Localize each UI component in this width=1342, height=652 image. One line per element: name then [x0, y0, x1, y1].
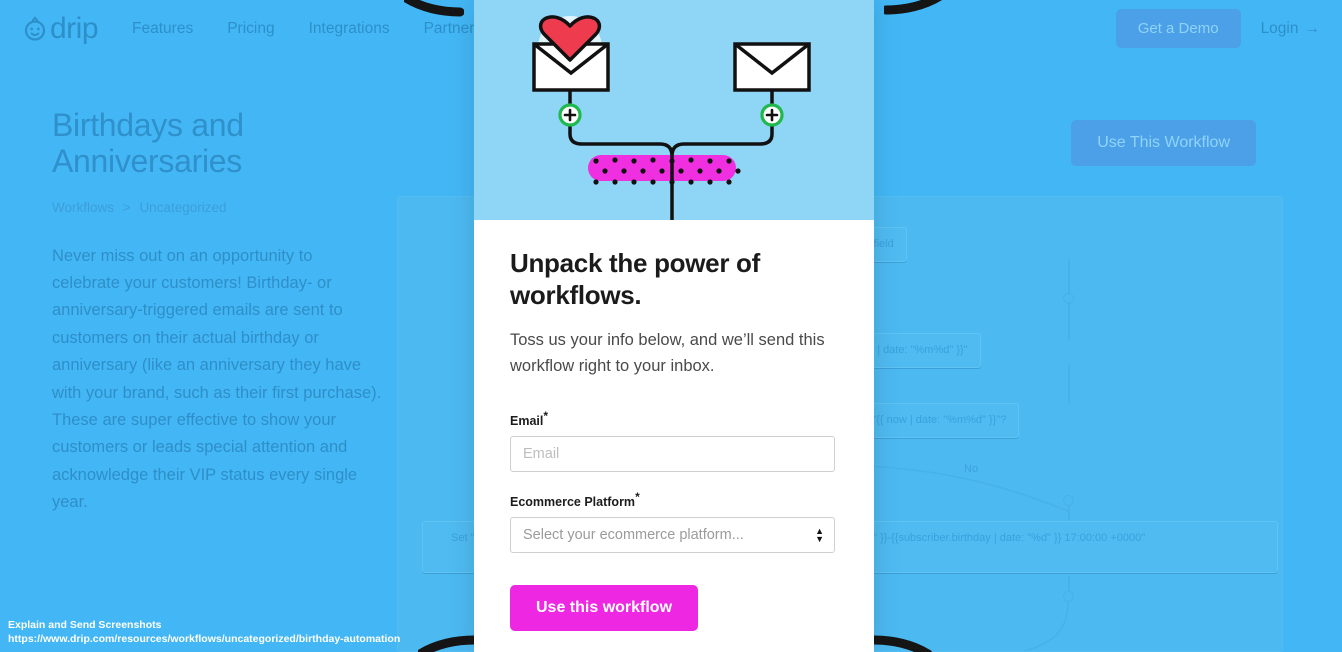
breadcrumb-separator: >: [122, 199, 131, 215]
nav-links: Features Pricing Integrations Partners: [132, 20, 482, 38]
workflow-description: Never miss out on an opportunity to cele…: [52, 246, 382, 512]
platform-select-wrap: Select your ecommerce platform... ▲ ▼: [510, 516, 835, 553]
decor-swoosh-bottom-left: [418, 635, 478, 652]
email-label-text: Email: [510, 413, 544, 428]
page-title: Birthdays and Anniversaries: [52, 107, 244, 179]
platform-select-value: Select your ecommerce platform...: [523, 526, 744, 543]
chevron-down-icon: ▼: [815, 533, 824, 544]
workflow-connector: [1068, 302, 1070, 340]
email-input[interactable]: [510, 435, 835, 472]
breadcrumb: Workflows > Uncategorized: [52, 200, 382, 215]
platform-field-group: Ecommerce Platform* Select your ecommerc…: [510, 490, 838, 553]
decor-swoosh-bottom-right: [872, 635, 932, 652]
drip-logo[interactable]: drip: [22, 11, 99, 45]
status-bar-title: Explain and Send Screenshots: [8, 618, 162, 631]
use-this-workflow-submit-button[interactable]: Use this workflow: [510, 584, 699, 631]
required-marker: *: [635, 489, 640, 504]
add-node-icon-right: [760, 103, 784, 127]
required-marker: *: [543, 408, 549, 423]
email-field-group: Email*: [510, 409, 838, 472]
page-root: drip Features Pricing Integrations Partn…: [0, 0, 1342, 652]
nav-link-features[interactable]: Features: [132, 20, 193, 38]
use-this-workflow-button-top[interactable]: Use This Workflow: [1071, 120, 1256, 166]
arrow-right-icon: →: [1304, 19, 1321, 37]
workflow-connector: [1068, 259, 1070, 295]
breadcrumb-parent[interactable]: Workflows: [52, 200, 114, 215]
breadcrumb-current[interactable]: Uncategorized: [139, 200, 226, 215]
platform-label-text: Ecommerce Platform: [510, 494, 636, 509]
workflow-branch-label-no: No: [964, 463, 979, 475]
login-link[interactable]: Login →: [1261, 20, 1320, 38]
login-label: Login: [1260, 19, 1299, 37]
email-label: Email*: [510, 409, 838, 428]
envelope-icon: [733, 42, 811, 92]
status-bar: Explain and Send Screenshots https://www…: [0, 613, 408, 652]
platform-label: Ecommerce Platform*: [510, 490, 838, 509]
platform-select[interactable]: Select your ecommerce platform...: [510, 516, 835, 553]
select-updown-arrows-icon[interactable]: ▲ ▼: [815, 526, 824, 544]
workflow-signup-modal: Unpack the power of workflows. Toss us y…: [474, 0, 874, 652]
workflow-intro-column: Birthdays and Anniversaries Workflows > …: [52, 107, 382, 516]
get-a-demo-button[interactable]: Get a Demo: [1115, 9, 1241, 48]
modal-hero-illustration: [474, 0, 874, 220]
love-letter-icon: [532, 15, 610, 92]
workflow-connector-curve: [1022, 601, 1069, 651]
navbar-right-actions: Get a Demo Login →: [1115, 0, 1320, 57]
drip-logo-icon: [22, 16, 48, 42]
nav-link-integrations[interactable]: Integrations: [309, 20, 390, 38]
nav-link-pricing[interactable]: Pricing: [227, 20, 274, 38]
status-bar-url: https://www.drip.com/resources/workflows…: [8, 632, 401, 645]
magenta-blob: [588, 155, 741, 185]
add-node-icon-left: [558, 103, 582, 127]
drip-logo-text: drip: [50, 11, 99, 45]
modal-title: Unpack the power of workflows.: [510, 248, 760, 310]
workflow-connector: [1068, 365, 1070, 403]
modal-subtitle: Toss us your info below, and we’ll send …: [510, 331, 825, 375]
modal-body: Unpack the power of workflows. Toss us y…: [474, 220, 874, 631]
lead-capture-form: Email* Ecommerce Platform* Select your e…: [510, 409, 838, 631]
